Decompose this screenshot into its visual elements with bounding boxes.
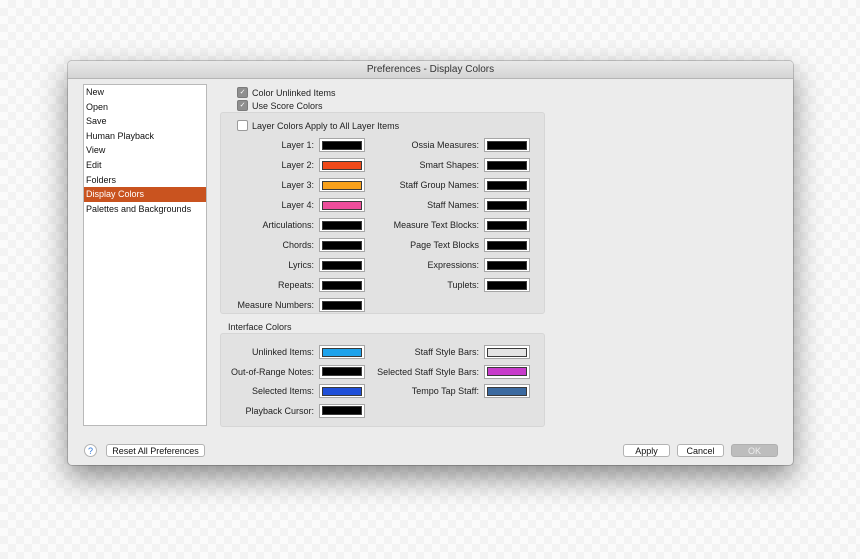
sidebar-item-save[interactable]: Save <box>84 114 206 129</box>
ok-button[interactable]: OK <box>731 444 778 457</box>
color-well-measure-numbers[interactable] <box>319 298 365 312</box>
color-label-tuplets: Tuplets: <box>447 280 479 290</box>
color-well-staff-names[interactable] <box>484 198 530 212</box>
window-title: Preferences - Display Colors <box>68 61 793 79</box>
color-well-tuplets[interactable] <box>484 278 530 292</box>
help-button[interactable]: ? <box>84 444 97 457</box>
color-well-smart-shapes[interactable] <box>484 158 530 172</box>
use-score-colors-checkbox[interactable]: ✓ <box>237 100 248 111</box>
color-well-ossia-measures[interactable] <box>484 138 530 152</box>
color-row-staff-names: Staff Names: <box>221 197 530 213</box>
color-row-playback-cursor: Playback Cursor: <box>221 403 365 419</box>
color-well-page-text-blocks[interactable] <box>484 238 530 252</box>
color-row-measure-numbers: Measure Numbers: <box>221 297 365 313</box>
color-label-measure-numbers: Measure Numbers: <box>237 300 314 310</box>
layer-colors-all-label: Layer Colors Apply to All Layer Items <box>252 120 400 131</box>
color-swatch-staff-names <box>487 200 527 210</box>
color-swatch-staff-style-bars <box>487 347 527 357</box>
color-well-measure-text-blocks[interactable] <box>484 218 530 232</box>
color-row-expressions: Expressions: <box>221 257 530 273</box>
sidebar-item-folders[interactable]: Folders <box>84 173 206 188</box>
color-swatch-page-text-blocks <box>487 240 527 250</box>
color-unlinked-checkbox[interactable]: ✓ <box>237 87 248 98</box>
color-label-smart-shapes: Smart Shapes: <box>419 160 479 170</box>
use-score-colors-label: Use Score Colors <box>252 100 323 111</box>
interface-colors-title: Interface Colors <box>228 322 292 332</box>
color-label-tempo-tap-staff: Tempo Tap Staff: <box>411 386 479 396</box>
color-swatch-expressions <box>487 260 527 270</box>
color-swatch-selected-staff-style-bars <box>487 367 527 376</box>
color-swatch-playback-cursor <box>322 406 362 415</box>
sidebar-item-display-colors[interactable]: Display Colors <box>84 187 206 202</box>
color-swatch-measure-text-blocks <box>487 220 527 230</box>
color-label-staff-group-names: Staff Group Names: <box>399 180 479 190</box>
color-swatch-smart-shapes <box>487 160 527 170</box>
color-label-selected-staff-style-bars: Selected Staff Style Bars: <box>377 366 479 377</box>
sidebar-item-view[interactable]: View <box>84 143 206 158</box>
color-row-page-text-blocks: Page Text Blocks <box>221 237 530 253</box>
color-row-tuplets: Tuplets: <box>221 277 530 293</box>
color-label-page-text-blocks: Page Text Blocks <box>410 240 479 250</box>
color-well-staff-group-names[interactable] <box>484 178 530 192</box>
color-row-ossia-measures: Ossia Measures: <box>221 137 530 153</box>
color-label-ossia-measures: Ossia Measures: <box>411 140 479 150</box>
color-swatch-ossia-measures <box>487 140 527 150</box>
sidebar-item-new[interactable]: New <box>84 85 206 100</box>
color-unlinked-option[interactable]: ✓ Color Unlinked Items <box>237 86 336 99</box>
layer-colors-all-checkbox[interactable] <box>237 120 248 131</box>
color-well-expressions[interactable] <box>484 258 530 272</box>
color-well-playback-cursor[interactable] <box>319 403 365 418</box>
color-unlinked-label: Color Unlinked Items <box>252 87 336 98</box>
use-score-colors-option[interactable]: ✓ Use Score Colors <box>237 99 323 112</box>
color-row-measure-text-blocks: Measure Text Blocks: <box>221 217 530 233</box>
cancel-button[interactable]: Cancel <box>677 444 724 457</box>
color-label-measure-text-blocks: Measure Text Blocks: <box>393 220 479 230</box>
color-row-staff-style-bars: Staff Style Bars: <box>221 344 530 360</box>
color-label-expressions: Expressions: <box>427 260 479 270</box>
preferences-window: Preferences - Display Colors New Open Sa… <box>68 61 793 465</box>
score-colors-group: Layer Colors Apply to All Layer Items La… <box>220 112 545 314</box>
color-well-staff-style-bars[interactable] <box>484 345 530 359</box>
sidebar-item-edit[interactable]: Edit <box>84 158 206 173</box>
sidebar-item-open[interactable]: Open <box>84 100 206 115</box>
apply-button[interactable]: Apply <box>623 444 670 457</box>
color-well-selected-staff-style-bars[interactable] <box>484 364 530 379</box>
color-swatch-staff-group-names <box>487 180 527 190</box>
color-row-selected-staff-style-bars: Selected Staff Style Bars: <box>221 364 530 380</box>
color-row-staff-group-names: Staff Group Names: <box>221 177 530 193</box>
layer-colors-all-option[interactable]: Layer Colors Apply to All Layer Items <box>237 119 399 132</box>
color-label-staff-style-bars: Staff Style Bars: <box>414 347 479 357</box>
sidebar-item-human-playback[interactable]: Human Playback <box>84 129 206 144</box>
color-row-tempo-tap-staff: Tempo Tap Staff: <box>221 383 530 399</box>
color-row-smart-shapes: Smart Shapes: <box>221 157 530 173</box>
color-label-staff-names: Staff Names: <box>427 200 479 210</box>
color-well-tempo-tap-staff[interactable] <box>484 384 530 398</box>
color-swatch-tuplets <box>487 280 527 290</box>
sidebar-item-palettes-backgrounds[interactable]: Palettes and Backgrounds <box>84 202 206 217</box>
reset-all-preferences-button[interactable]: Reset All Preferences <box>106 444 205 457</box>
color-swatch-tempo-tap-staff <box>487 386 527 396</box>
color-swatch-measure-numbers <box>322 300 362 310</box>
sidebar-list: New Open Save Human Playback View Edit F… <box>83 84 207 426</box>
interface-colors-group: Unlinked Items: Out-of-Range Notes: Select… <box>220 333 545 427</box>
color-label-playback-cursor: Playback Cursor: <box>245 405 314 416</box>
